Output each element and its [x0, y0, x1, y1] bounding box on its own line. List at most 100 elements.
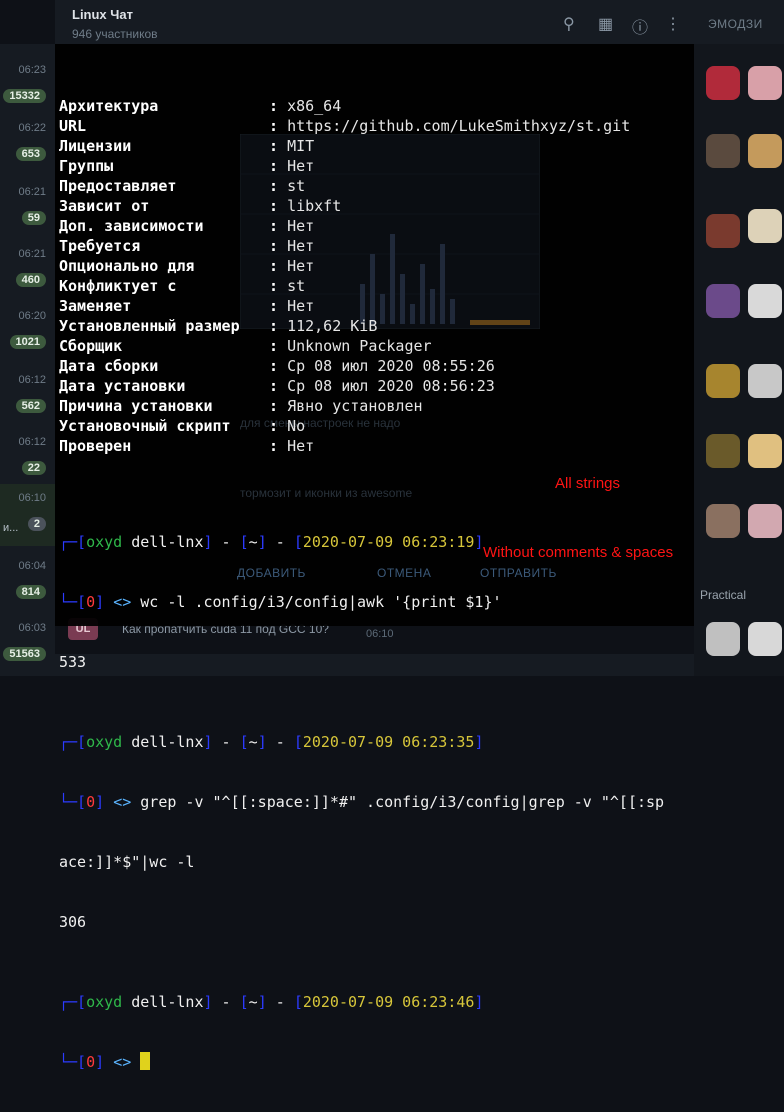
unread-badge: 59 — [21, 211, 46, 225]
package-info-row: Предоставляет: st — [59, 177, 306, 195]
package-info-value: st — [287, 177, 306, 195]
command-text: wc -l .config/i3/config|awk '{print $1}' — [140, 593, 502, 611]
package-info-key: Группы — [59, 157, 114, 175]
sticker[interactable] — [706, 504, 740, 538]
unread-badge: 653 — [15, 147, 46, 161]
search-icon[interactable]: ⚲ — [563, 14, 575, 34]
prompt-host: dell-lnx — [131, 993, 204, 1011]
package-info-row: Причина установки: Явно установлен — [59, 397, 423, 415]
package-info-row: Опционально для: Нет — [59, 257, 315, 275]
package-info-value: No — [287, 417, 306, 435]
unread-badge: 51563 — [3, 647, 46, 661]
sticker-panel — [694, 44, 784, 676]
package-info-row: Архитектура: x86_64 — [59, 97, 342, 115]
package-info-value: Нет — [287, 157, 315, 175]
package-info-value: Unknown Packager — [287, 337, 432, 355]
chat-time: 06:21 — [18, 186, 46, 198]
command-text: grep -v "^[[:space:]]*#" .config/i3/conf… — [140, 793, 665, 811]
sticker[interactable] — [748, 622, 782, 656]
package-info-key: Доп. зависимости — [59, 217, 204, 235]
package-info-key: Дата сборки — [59, 357, 159, 375]
chat-title[interactable]: Linux Чат — [72, 7, 133, 22]
package-info-row: Доп. зависимости: Нет — [59, 217, 315, 235]
sticker[interactable] — [706, 364, 740, 398]
command-line: └─[0] <> grep -v "^[[:space:]]*#" .confi… — [59, 793, 665, 811]
prompt-user: oxyd — [86, 733, 123, 751]
sticker[interactable] — [748, 364, 782, 398]
unread-badge: 814 — [15, 585, 46, 599]
command-line: └─[0] <> wc -l .config/i3/config|awk '{p… — [59, 593, 502, 611]
chat-time: 06:10 — [18, 492, 46, 504]
chat-list-item[interactable]: 06:21 460 — [0, 240, 55, 296]
sticker[interactable] — [748, 504, 782, 538]
chat-time: 06:21 — [18, 248, 46, 260]
chat-list-item[interactable]: 06:12 562 — [0, 366, 55, 422]
columns-icon[interactable]: ▦ — [598, 14, 613, 34]
package-info-key: Проверен — [59, 437, 132, 455]
command-text-wrap: ace:]]*$"|wc -l — [59, 853, 195, 871]
package-info-row: Проверен: Нет — [59, 437, 315, 455]
chat-list-item[interactable]: 06:21 59 — [0, 178, 55, 234]
package-info-key: Сборщик — [59, 337, 123, 355]
tab-emoji[interactable]: ЭМОДЗИ — [708, 17, 763, 31]
chat-time: 06:22 — [18, 122, 46, 134]
package-info-key: Лицензии — [59, 137, 132, 155]
package-info-value: libxft — [287, 197, 342, 215]
package-info-value: st — [287, 277, 306, 295]
sticker[interactable] — [748, 134, 782, 168]
chat-preview: и... — [3, 522, 19, 534]
chat-time: 06:03 — [18, 622, 46, 634]
package-info-row: URL: https://github.com/LukeSmithxyz/st.… — [59, 117, 631, 135]
package-info-key: Дата установки — [59, 377, 186, 395]
package-info-row: Требуется: Нет — [59, 237, 315, 255]
sticker[interactable] — [706, 622, 740, 656]
package-info-value: Нет — [287, 437, 315, 455]
chat-list-item[interactable]: 06:20 1021 — [0, 302, 55, 358]
sticker[interactable] — [706, 66, 740, 100]
prompt-timestamp: 2020-07-09 06:23:46 — [302, 993, 475, 1011]
terminal-output[interactable]: Архитектура: x86_64 URL: https://github.c… — [59, 56, 664, 1112]
chat-list-item[interactable]: 06:04 814 — [0, 552, 55, 608]
package-info-key: Предоставляет — [59, 177, 177, 195]
chat-time: 06:12 — [18, 436, 46, 448]
unread-badge: 15332 — [3, 89, 46, 103]
sticker[interactable] — [706, 434, 740, 468]
prompt-exit-code: 0 — [86, 1053, 96, 1071]
info-icon[interactable]: ⓘ — [632, 14, 648, 38]
sticker[interactable] — [706, 214, 740, 248]
package-info-key: Установочный скрипт — [59, 417, 231, 435]
sticker[interactable] — [706, 134, 740, 168]
prompt-user: oxyd — [86, 993, 123, 1011]
chat-list-item[interactable]: 06:22 653 — [0, 114, 55, 170]
prompt-cwd: ~ — [248, 733, 258, 751]
sticker[interactable] — [748, 284, 782, 318]
package-info-value: Явно установлен — [287, 397, 423, 415]
package-info-value: Нет — [287, 237, 315, 255]
chat-time: 06:20 — [18, 310, 46, 322]
prompt-cwd: ~ — [248, 993, 258, 1011]
package-info-row: Дата установки: Ср 08 июл 2020 08:56:23 — [59, 377, 495, 395]
sticker[interactable] — [706, 284, 740, 318]
chat-list-item[interactable]: 06:23 15332 — [0, 56, 55, 112]
chat-list-item[interactable]: 06:03 51563 — [0, 614, 55, 670]
package-info-value: Ср 08 июл 2020 08:55:26 — [287, 357, 495, 375]
chat-time: 06:12 — [18, 374, 46, 386]
sticker[interactable] — [748, 434, 782, 468]
sticker[interactable] — [748, 209, 782, 243]
package-info-row: Установочный скрипт: No — [59, 417, 306, 435]
chat-list-item[interactable]: 06:12 22 — [0, 428, 55, 484]
menu-dots-icon[interactable]: ⋮ — [665, 14, 681, 34]
prompt-arrow: <> — [113, 593, 132, 611]
terminal-window[interactable]: для смены настроек не надо тормозит и ик… — [55, 44, 694, 1071]
package-info-key: Требуется — [59, 237, 141, 255]
prompt-exit-code: 0 — [86, 793, 96, 811]
package-info-value: https://github.com/LukeSmithxyz/st.git — [287, 117, 631, 135]
prompt-timestamp: 2020-07-09 06:23:19 — [302, 533, 475, 551]
sticker[interactable] — [748, 66, 782, 100]
chat-list-item[interactable]: 06:10 2 и... — [0, 484, 55, 546]
command-line[interactable]: └─[0] <> — [59, 1052, 664, 1072]
package-info-row: Группы: Нет — [59, 157, 315, 175]
package-info-key: URL — [59, 117, 87, 135]
sticker-set-label: Practical — [700, 588, 747, 602]
unread-badge: 1021 — [9, 335, 46, 349]
